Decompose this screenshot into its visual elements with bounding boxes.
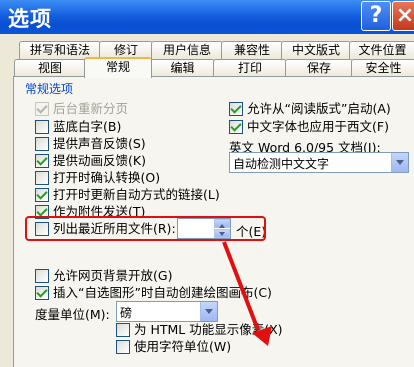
tab-general[interactable]: 常规 bbox=[84, 57, 152, 78]
arrow-head bbox=[252, 326, 272, 346]
annotation-arrow bbox=[222, 241, 272, 346]
arrow-line bbox=[222, 241, 260, 331]
